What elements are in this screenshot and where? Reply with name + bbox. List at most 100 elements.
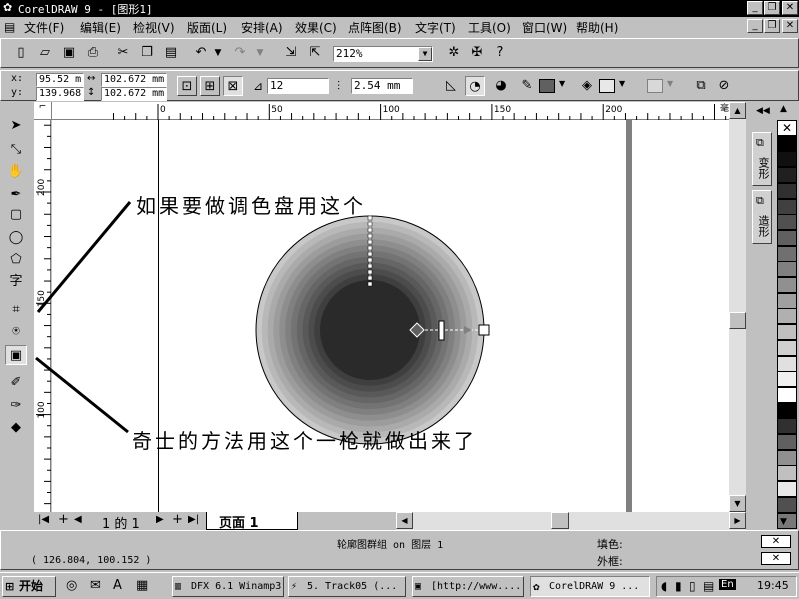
hand-tool-icon[interactable]: ✋ xyxy=(5,162,27,182)
outlook-quicklaunch-icon[interactable]: ✉ xyxy=(90,578,101,593)
doc-minimize-button[interactable]: _ xyxy=(747,19,763,33)
linear-color-icon[interactable]: ◺ xyxy=(441,76,461,96)
tray-app-icon-1[interactable]: ▮ xyxy=(675,579,682,593)
new-icon[interactable]: ▯ xyxy=(11,43,31,63)
vertical-scrollbar[interactable]: ▲ ▼ xyxy=(729,102,746,512)
close-button[interactable]: ✕ xyxy=(782,1,798,15)
palette-color-swatch[interactable] xyxy=(777,324,797,341)
page-tab[interactable]: 页面 1 xyxy=(206,512,298,531)
menu-edit[interactable]: 编辑(E) xyxy=(80,19,121,36)
task-winamp[interactable]: ▥ DFX 6.1 Winamp3 xyxy=(172,576,284,597)
task-coreldraw[interactable]: ✿ CorelDRAW 9 ... xyxy=(530,576,650,597)
palette-color-swatch[interactable] xyxy=(777,214,797,231)
palette-color-swatch[interactable] xyxy=(777,167,797,184)
clockwise-color-icon[interactable]: ◔ xyxy=(465,76,485,96)
export-icon[interactable]: ⇱ xyxy=(305,43,325,63)
fill-color-swatch[interactable] xyxy=(599,79,615,93)
corel-tutor-icon[interactable]: ✲ xyxy=(444,43,464,63)
x-position-input[interactable]: 95.52 m xyxy=(36,73,84,87)
outline-pen-icon[interactable]: ✎ xyxy=(517,76,537,96)
height-input[interactable]: 102.672 mm xyxy=(101,87,167,101)
palette-color-swatch[interactable] xyxy=(777,229,797,246)
next-page-icon[interactable]: ▶ xyxy=(156,514,164,525)
inside-icon[interactable]: ⊞ xyxy=(200,76,220,96)
interactive-fill-tool-icon[interactable]: ⍟ xyxy=(5,322,27,342)
palette-color-swatch[interactable] xyxy=(777,418,797,435)
palette-color-swatch[interactable] xyxy=(777,198,797,215)
outline-color-swatch[interactable] xyxy=(539,79,555,93)
palette-color-swatch[interactable] xyxy=(777,182,797,199)
task-browser[interactable]: ▣ [http://www.... xyxy=(412,576,524,597)
palette-color-swatch[interactable] xyxy=(777,245,797,262)
import-icon[interactable]: ⇲ xyxy=(281,43,301,63)
desktop-quicklaunch-icon[interactable]: ▦ xyxy=(136,578,148,593)
contour-tool-icon[interactable]: ▣ xyxy=(5,345,27,365)
palette-color-swatch[interactable] xyxy=(777,386,797,403)
minimize-button[interactable]: _ xyxy=(747,1,763,15)
palette-color-swatch[interactable] xyxy=(777,481,797,498)
menu-arrange[interactable]: 安排(A) xyxy=(241,19,283,36)
save-icon[interactable]: ▣ xyxy=(59,43,79,63)
menu-effects[interactable]: 效果(C) xyxy=(295,19,337,36)
scroll-down-icon[interactable]: ▼ xyxy=(729,495,746,512)
task-track[interactable]: ⚡ 5. Track05 (... xyxy=(288,576,406,597)
vertical-scroll-thumb[interactable] xyxy=(729,312,746,329)
rectangle-tool-icon[interactable]: ▢ xyxy=(5,205,27,225)
interactive-blend-tool-icon[interactable]: ⌗ xyxy=(5,300,27,320)
palette-color-swatch[interactable] xyxy=(777,402,797,419)
prev-page-icon[interactable]: ◀ xyxy=(74,514,82,525)
fill-color-dropdown-icon[interactable]: ▼ xyxy=(619,79,625,88)
palette-color-swatch[interactable] xyxy=(777,434,797,450)
whats-this-icon[interactable]: ? xyxy=(490,43,510,63)
ie-quicklaunch-icon[interactable]: ◎ xyxy=(66,578,77,593)
language-indicator[interactable]: En xyxy=(719,579,736,590)
scroll-up-icon[interactable]: ▲ xyxy=(729,102,746,119)
width-input[interactable]: 102.672 mm xyxy=(101,73,167,87)
menu-view[interactable]: 检视(V) xyxy=(133,19,175,36)
volume-icon[interactable]: ◖ xyxy=(661,579,667,593)
application-launcher-icon[interactable]: ✠ xyxy=(467,43,487,63)
palette-color-swatch[interactable] xyxy=(777,292,797,309)
menu-file[interactable]: 文件(F) xyxy=(24,19,64,36)
acrobat-quicklaunch-icon[interactable]: A xyxy=(113,578,122,593)
redo-dropdown-icon[interactable]: ▼ xyxy=(250,43,270,63)
contour-steps-input[interactable]: 12 xyxy=(267,78,329,94)
document-icon[interactable]: ▤ xyxy=(4,20,15,34)
horizontal-scrollbar[interactable]: ◀ ▶ xyxy=(396,512,746,530)
menu-bitmaps[interactable]: 点阵图(B) xyxy=(348,19,402,36)
first-page-icon[interactable]: |◀ xyxy=(38,514,49,525)
final-color-swatch[interactable] xyxy=(647,79,663,93)
palette-scroll-up-icon[interactable]: ▲ xyxy=(780,104,787,114)
palette-color-swatch[interactable] xyxy=(777,308,797,325)
horizontal-ruler[interactable]: 050100150200毫米 xyxy=(52,102,746,120)
palette-color-swatch[interactable] xyxy=(777,151,797,168)
palette-color-swatch[interactable] xyxy=(777,135,797,152)
ellipse-tool-icon[interactable]: ◯ xyxy=(5,228,27,248)
to-center-icon[interactable]: ⊡ xyxy=(177,76,197,96)
fill-bucket-icon[interactable]: ◈ xyxy=(577,76,597,96)
menu-layout[interactable]: 版面(L) xyxy=(187,19,227,36)
contour-offset-input[interactable]: 2.54 mm xyxy=(351,78,413,94)
final-color-dropdown-icon[interactable]: ▼ xyxy=(667,79,673,88)
text-tool-icon[interactable]: 字 xyxy=(5,272,27,292)
add-page-before-icon[interactable]: + xyxy=(58,512,69,527)
fill-tool-icon[interactable]: ◆ xyxy=(5,418,27,438)
polygon-tool-icon[interactable]: ⬠ xyxy=(5,250,27,270)
open-icon[interactable]: ▱ xyxy=(35,43,55,63)
palette-color-swatch[interactable] xyxy=(777,496,797,513)
docker-expand-icon[interactable]: ◀◀ xyxy=(756,106,770,116)
paste-icon[interactable]: ▤ xyxy=(161,43,181,63)
outline-color-dropdown-icon[interactable]: ▼ xyxy=(559,79,565,88)
status-fill-none-icon[interactable]: ✕ xyxy=(761,535,791,548)
cut-icon[interactable]: ✂ xyxy=(113,43,133,63)
y-position-input[interactable]: 139.968 xyxy=(36,87,84,101)
copy-contour-icon[interactable]: ⧉ xyxy=(691,76,711,96)
palette-color-swatch[interactable] xyxy=(777,277,797,293)
tray-app-icon-3[interactable]: ▤ xyxy=(703,579,714,593)
palette-color-swatch[interactable] xyxy=(777,465,797,482)
palette-no-color-swatch[interactable]: ✕ xyxy=(777,120,797,136)
palette-color-swatch[interactable] xyxy=(777,355,797,372)
eyedropper-tool-icon[interactable]: ✐ xyxy=(5,373,27,393)
horizontal-scroll-thumb[interactable] xyxy=(551,512,569,529)
pick-tool-icon[interactable]: ➤ xyxy=(5,116,27,136)
